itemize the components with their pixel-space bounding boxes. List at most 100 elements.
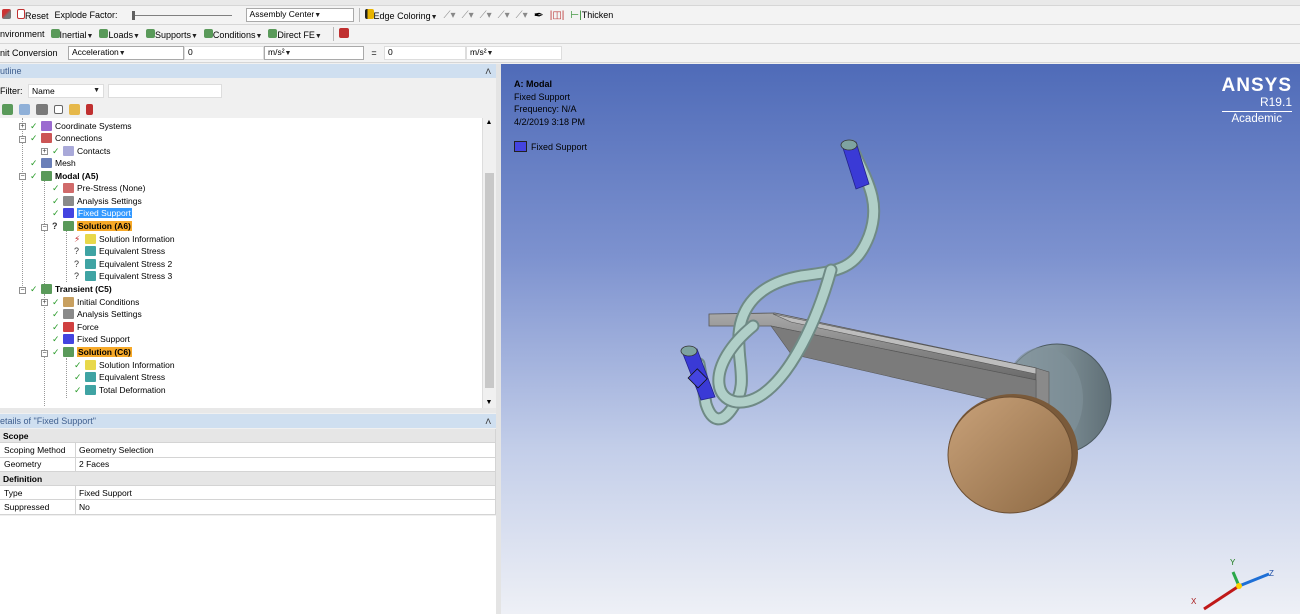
tree-item-label: Fixed Support bbox=[77, 208, 132, 218]
edge-display-button-2[interactable]: ⟋▾ bbox=[462, 10, 474, 21]
model-view bbox=[680, 139, 1270, 611]
direct-fe-label: Direct FE bbox=[277, 29, 315, 40]
explode-factor-label: Explode Factor: bbox=[54, 10, 118, 20]
collapse-icon[interactable] bbox=[54, 104, 63, 114]
edge-display-button-5[interactable]: ⟋▾ bbox=[516, 10, 528, 21]
tree-item-label: Solution (C6) bbox=[77, 347, 132, 357]
supports-menu[interactable]: Supports▼ bbox=[145, 28, 198, 40]
explode-factor-slider[interactable] bbox=[131, 10, 232, 20]
scroll-up-icon[interactable]: ▲ bbox=[483, 118, 495, 128]
collapse-toggle[interactable]: − bbox=[19, 287, 26, 294]
details-row-suppressed[interactable]: Suppressed No bbox=[0, 500, 495, 515]
unit2-select[interactable]: m/s²▼ bbox=[466, 46, 562, 60]
pin-icon[interactable]: ✒ bbox=[534, 8, 544, 22]
tree-item-solution-information-transient[interactable]: ✓ Solution Information bbox=[74, 359, 175, 371]
check-icon: ✓ bbox=[52, 182, 60, 193]
assembly-center-select[interactable]: Assembly Center▼ bbox=[245, 8, 354, 22]
filter-search-input[interactable] bbox=[108, 83, 222, 98]
edge-display-button-1[interactable]: ⟋▾ bbox=[444, 10, 456, 21]
graphics-viewport[interactable]: A: Modal Fixed Support Frequency: N/A 4/… bbox=[501, 64, 1300, 614]
quantity-select[interactable]: Acceleration▼ bbox=[68, 46, 184, 60]
check-icon: ✓ bbox=[52, 346, 60, 357]
details-section-definition[interactable]: Definition bbox=[0, 471, 495, 487]
edge-display-button-4[interactable]: ⟋▾ bbox=[498, 10, 510, 21]
tree-item-total-deformation[interactable]: ✓ Total Deformation bbox=[74, 384, 166, 396]
tree-item-label: Equivalent Stress bbox=[99, 372, 166, 382]
tree-item-solution-a6[interactable]: ? Solution (A6) bbox=[52, 220, 132, 232]
refresh-icon[interactable] bbox=[2, 103, 13, 115]
folder-icon[interactable] bbox=[69, 103, 80, 115]
expand-toggle[interactable]: + bbox=[41, 148, 48, 155]
expand-icon[interactable] bbox=[36, 103, 48, 115]
tree-item-pre-stress[interactable]: ✓ Pre-Stress (None) bbox=[52, 182, 146, 194]
inertial-menu[interactable]: Inertial▼ bbox=[50, 28, 93, 40]
supports-icon bbox=[145, 28, 155, 38]
chevron-down-icon: ▼ bbox=[486, 50, 494, 57]
details-row-geometry[interactable]: Geometry 2 Faces bbox=[0, 457, 495, 472]
tree-item-equivalent-stress-2[interactable]: ? Equivalent Stress 2 bbox=[74, 258, 172, 270]
tree-item-analysis-settings-transient[interactable]: ✓ Analysis Settings bbox=[52, 308, 142, 320]
collapse-toggle[interactable]: − bbox=[19, 136, 26, 143]
value2-input[interactable]: 0 bbox=[384, 46, 466, 60]
details-row-type[interactable]: Type Fixed Support bbox=[0, 486, 495, 501]
tree-item-equivalent-stress[interactable]: ? Equivalent Stress bbox=[74, 245, 165, 257]
tree-item-label: Solution Information bbox=[99, 234, 175, 244]
analysis-settings-icon bbox=[63, 309, 74, 319]
pane-icon[interactable] bbox=[19, 103, 30, 115]
collapse-toggle[interactable]: − bbox=[19, 173, 26, 180]
fixed-support-icon bbox=[63, 208, 74, 218]
tree-item-equivalent-stress-3[interactable]: ? Equivalent Stress 3 bbox=[74, 270, 172, 282]
direct-fe-menu[interactable]: Direct FE▼ bbox=[268, 28, 322, 40]
property-name: Suppressed bbox=[0, 500, 76, 514]
tree-item-fixed-support-transient[interactable]: ✓ Fixed Support bbox=[52, 333, 130, 345]
thicken-button[interactable]: ⊢|Thicken bbox=[570, 10, 613, 21]
tree-item-connections[interactable]: ✓ Connections bbox=[30, 132, 102, 144]
question-icon: ? bbox=[74, 271, 80, 281]
tree-item-equivalent-stress-transient[interactable]: ✓ Equivalent Stress bbox=[74, 371, 165, 383]
tree-item-label: Equivalent Stress 3 bbox=[99, 271, 173, 281]
scroll-down-icon[interactable]: ▼ bbox=[483, 398, 495, 408]
thin-icon[interactable]: |◫| bbox=[550, 10, 565, 21]
tree-item-fixed-support-selected[interactable]: ✓ Fixed Support bbox=[52, 207, 132, 219]
tree-item-label: Force bbox=[77, 322, 99, 332]
toolbar-edge-icon[interactable] bbox=[2, 9, 11, 21]
filter-select[interactable]: Name ▼ bbox=[28, 83, 104, 98]
loads-menu[interactable]: Loads▼ bbox=[99, 28, 140, 40]
expand-toggle[interactable]: + bbox=[19, 123, 26, 130]
check-icon: ✓ bbox=[52, 308, 60, 319]
sort-icon[interactable] bbox=[86, 103, 93, 115]
collapse-toggle[interactable]: − bbox=[41, 350, 48, 357]
edge-coloring-button[interactable]: Edge Coloring▼ bbox=[364, 9, 438, 21]
outline-scrollbar[interactable]: ▲ ▼ bbox=[482, 118, 495, 408]
tree-item-analysis-settings[interactable]: ✓ Analysis Settings bbox=[52, 195, 142, 207]
tree-item-modal[interactable]: ✓ Modal (A5) bbox=[30, 170, 98, 182]
conditions-menu[interactable]: Conditions▼ bbox=[203, 28, 262, 40]
panel-splitter[interactable] bbox=[0, 408, 496, 413]
tree-item-solution-information[interactable]: ⚡ Solution Information bbox=[74, 233, 175, 245]
tree-item-contacts[interactable]: ✓ Contacts bbox=[52, 145, 111, 157]
check-icon: ✓ bbox=[30, 283, 38, 294]
check-icon: ✓ bbox=[52, 145, 60, 156]
unit1-select[interactable]: m/s²▼ bbox=[264, 46, 364, 60]
reset-button[interactable]: Reset bbox=[17, 9, 49, 21]
tree-item-solution-c6[interactable]: ✓ Solution (C6) bbox=[52, 346, 132, 358]
commands-button[interactable] bbox=[338, 28, 349, 40]
tree-item-force[interactable]: ✓ Force bbox=[52, 321, 99, 333]
details-row-scoping-method[interactable]: Scoping Method Geometry Selection bbox=[0, 443, 495, 458]
tree-line bbox=[66, 230, 67, 282]
edge-display-button-3[interactable]: ⟋▾ bbox=[480, 10, 492, 21]
expand-toggle[interactable]: + bbox=[41, 299, 48, 306]
tree-item-coordinate-systems[interactable]: ✓ Coordinate Systems bbox=[30, 120, 132, 132]
value1-input[interactable]: 0 bbox=[184, 46, 264, 60]
tree-item-label: Analysis Settings bbox=[77, 196, 142, 206]
tree-item-transient[interactable]: ✓ Transient (C5) bbox=[30, 283, 112, 295]
details-section-scope[interactable]: Scope bbox=[0, 429, 495, 444]
pin-panel-icon[interactable]: ᐱ bbox=[486, 67, 491, 76]
tree-item-mesh[interactable]: ✓ Mesh bbox=[30, 157, 76, 169]
tree-item-label: Pre-Stress (None) bbox=[77, 183, 146, 193]
tree-item-initial-conditions[interactable]: ✓ Initial Conditions bbox=[52, 296, 139, 308]
outline-tools bbox=[2, 101, 93, 117]
pin-panel-icon[interactable]: ᐱ bbox=[486, 417, 491, 426]
collapse-toggle[interactable]: − bbox=[41, 224, 48, 231]
scroll-thumb[interactable] bbox=[485, 173, 494, 388]
